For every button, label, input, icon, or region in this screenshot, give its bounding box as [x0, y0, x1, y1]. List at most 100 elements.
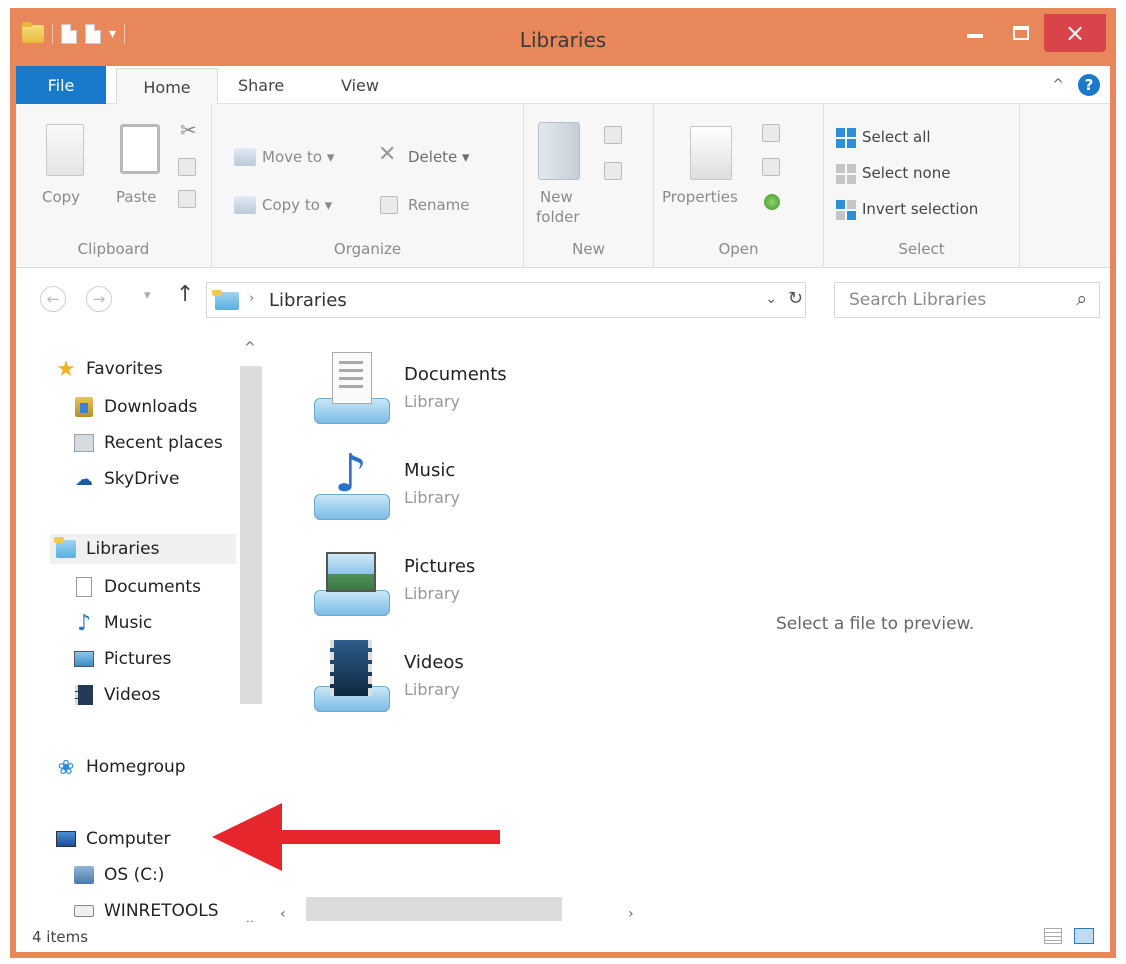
copy-path-icon[interactable] — [178, 158, 196, 176]
nav-item-videos[interactable]: Videos — [74, 680, 161, 710]
properties-button[interactable]: Properties — [662, 188, 738, 206]
invert-selection-icon[interactable] — [836, 200, 856, 220]
move-to-button[interactable]: Move to ▾ — [262, 148, 334, 166]
copy-button[interactable]: Copy — [42, 188, 80, 206]
history-icon[interactable] — [764, 194, 780, 210]
nav-item-homegroup[interactable]: ❀ Homegroup — [56, 752, 186, 782]
drive-icon — [74, 905, 94, 917]
list-item[interactable]: Pictures Library — [272, 532, 632, 622]
nav-item-music[interactable]: ♪ Music — [74, 608, 152, 638]
nav-item-favorites[interactable]: ★ Favorites — [56, 354, 163, 384]
search-input[interactable]: Search Libraries ⌕ — [834, 282, 1100, 318]
search-icon[interactable]: ⌕ — [1076, 288, 1087, 310]
copy-to-icon[interactable] — [234, 196, 256, 214]
rename-button[interactable]: Rename — [408, 196, 470, 214]
up-button[interactable]: ↑ — [176, 282, 194, 307]
clipboard-group-label: Clipboard — [77, 240, 150, 258]
new-folder-button-line2[interactable]: folder — [536, 208, 580, 226]
tab-view[interactable]: View — [341, 76, 379, 95]
details-view-icon[interactable] — [1044, 928, 1062, 944]
downloads-icon — [75, 397, 93, 417]
easy-access-icon[interactable] — [604, 162, 622, 180]
status-bar: 4 items — [16, 922, 1110, 952]
tab-file[interactable]: File — [16, 66, 106, 104]
scroll-right-icon[interactable]: › — [628, 906, 634, 922]
item-type: Library — [404, 680, 460, 699]
vertical-scrollbar-thumb[interactable] — [240, 366, 262, 704]
nav-item-libraries[interactable]: Libraries — [50, 534, 236, 564]
annotation-arrow — [266, 830, 500, 844]
forward-button[interactable]: → — [86, 286, 112, 312]
nav-item-downloads[interactable]: Downloads — [74, 392, 197, 422]
select-none-icon[interactable] — [836, 164, 856, 184]
select-group: Select all Select none Invert selection … — [824, 104, 1020, 268]
music-icon: ♪ — [76, 610, 92, 636]
breadcrumb-chevron-icon[interactable]: › — [249, 291, 254, 306]
nav-item-label: Favorites — [86, 359, 163, 379]
help-icon[interactable]: ? — [1078, 74, 1100, 96]
select-group-label: Select — [898, 240, 945, 258]
copy-icon[interactable] — [46, 124, 84, 176]
computer-icon — [56, 831, 76, 847]
scroll-left-icon[interactable]: ‹ — [280, 906, 286, 922]
new-folder-icon[interactable] — [538, 122, 580, 180]
large-icons-view-icon[interactable] — [1074, 928, 1094, 944]
new-folder-button[interactable]: New — [540, 188, 573, 206]
nav-item-label: Documents — [104, 577, 201, 597]
address-bar[interactable]: › Libraries ⌄ ↻ — [206, 282, 806, 318]
cut-icon[interactable]: ✂ — [180, 118, 197, 142]
item-name: Pictures — [404, 556, 476, 577]
minimize-icon — [967, 34, 983, 38]
music-library-icon: ♪ — [314, 448, 390, 524]
back-button[interactable]: ← — [40, 286, 66, 312]
paste-icon[interactable] — [120, 124, 160, 174]
select-none-button[interactable]: Select none — [862, 164, 950, 182]
properties-icon[interactable] — [690, 126, 732, 180]
paste-shortcut-icon[interactable] — [178, 190, 196, 208]
tab-share[interactable]: Share — [238, 76, 284, 95]
nav-item-os-drive[interactable]: OS (C:) — [74, 860, 164, 890]
scroll-up-icon[interactable]: ^ — [244, 340, 256, 356]
nav-item-documents[interactable]: Documents — [74, 572, 201, 602]
breadcrumb[interactable]: Libraries — [269, 290, 347, 311]
new-group-label: New — [572, 240, 605, 258]
nav-item-label: WINRETOOLS — [104, 901, 219, 921]
recent-locations-icon[interactable]: ▾ — [144, 288, 151, 303]
organize-group: Move to ▾ ✕ Delete ▾ Copy to ▾ Rename Or… — [212, 104, 524, 268]
tab-home[interactable]: Home — [116, 68, 218, 105]
nav-item-pictures[interactable]: Pictures — [74, 644, 171, 674]
copy-to-button[interactable]: Copy to ▾ — [262, 196, 332, 214]
list-item[interactable]: Documents Library — [272, 340, 632, 430]
nav-item-recent-places[interactable]: Recent places — [74, 428, 223, 458]
paste-button[interactable]: Paste — [116, 188, 157, 206]
title-bar: ▾ Libraries × — [16, 14, 1110, 66]
select-all-icon[interactable] — [836, 128, 856, 148]
list-item[interactable]: ♪ Music Library — [272, 436, 632, 526]
nav-item-label: Libraries — [86, 539, 160, 559]
rename-icon[interactable] — [380, 196, 398, 214]
preview-pane-message: Select a file to preview. — [776, 614, 975, 634]
address-dropdown-icon[interactable]: ⌄ — [765, 291, 777, 307]
edit-icon[interactable] — [762, 158, 780, 176]
maximize-button[interactable] — [998, 14, 1044, 52]
close-button[interactable]: × — [1044, 14, 1106, 52]
collapse-ribbon-icon[interactable]: ^ — [1052, 77, 1064, 93]
minimize-button[interactable] — [952, 14, 998, 52]
nav-item-label: Homegroup — [86, 757, 186, 777]
new-item-icon[interactable] — [604, 126, 622, 144]
open-icon[interactable] — [762, 124, 780, 142]
delete-button[interactable]: Delete ▾ — [408, 148, 470, 166]
refresh-icon[interactable]: ↻ — [788, 288, 803, 309]
nav-item-computer[interactable]: Computer — [56, 824, 171, 854]
invert-selection-button[interactable]: Invert selection — [862, 200, 978, 218]
horizontal-scrollbar-thumb[interactable] — [306, 897, 562, 921]
list-item[interactable]: Videos Library — [272, 628, 632, 718]
delete-icon[interactable]: ✕ — [378, 142, 396, 167]
libraries-folder-icon — [212, 290, 239, 310]
videos-library-icon — [314, 640, 390, 716]
nav-item-skydrive[interactable]: ☁ SkyDrive — [74, 464, 179, 494]
ribbon-tabs: File Home Share View ^ ? — [16, 66, 1110, 105]
open-group: Properties Open — [654, 104, 824, 268]
move-to-icon[interactable] — [234, 148, 256, 166]
select-all-button[interactable]: Select all — [862, 128, 931, 146]
